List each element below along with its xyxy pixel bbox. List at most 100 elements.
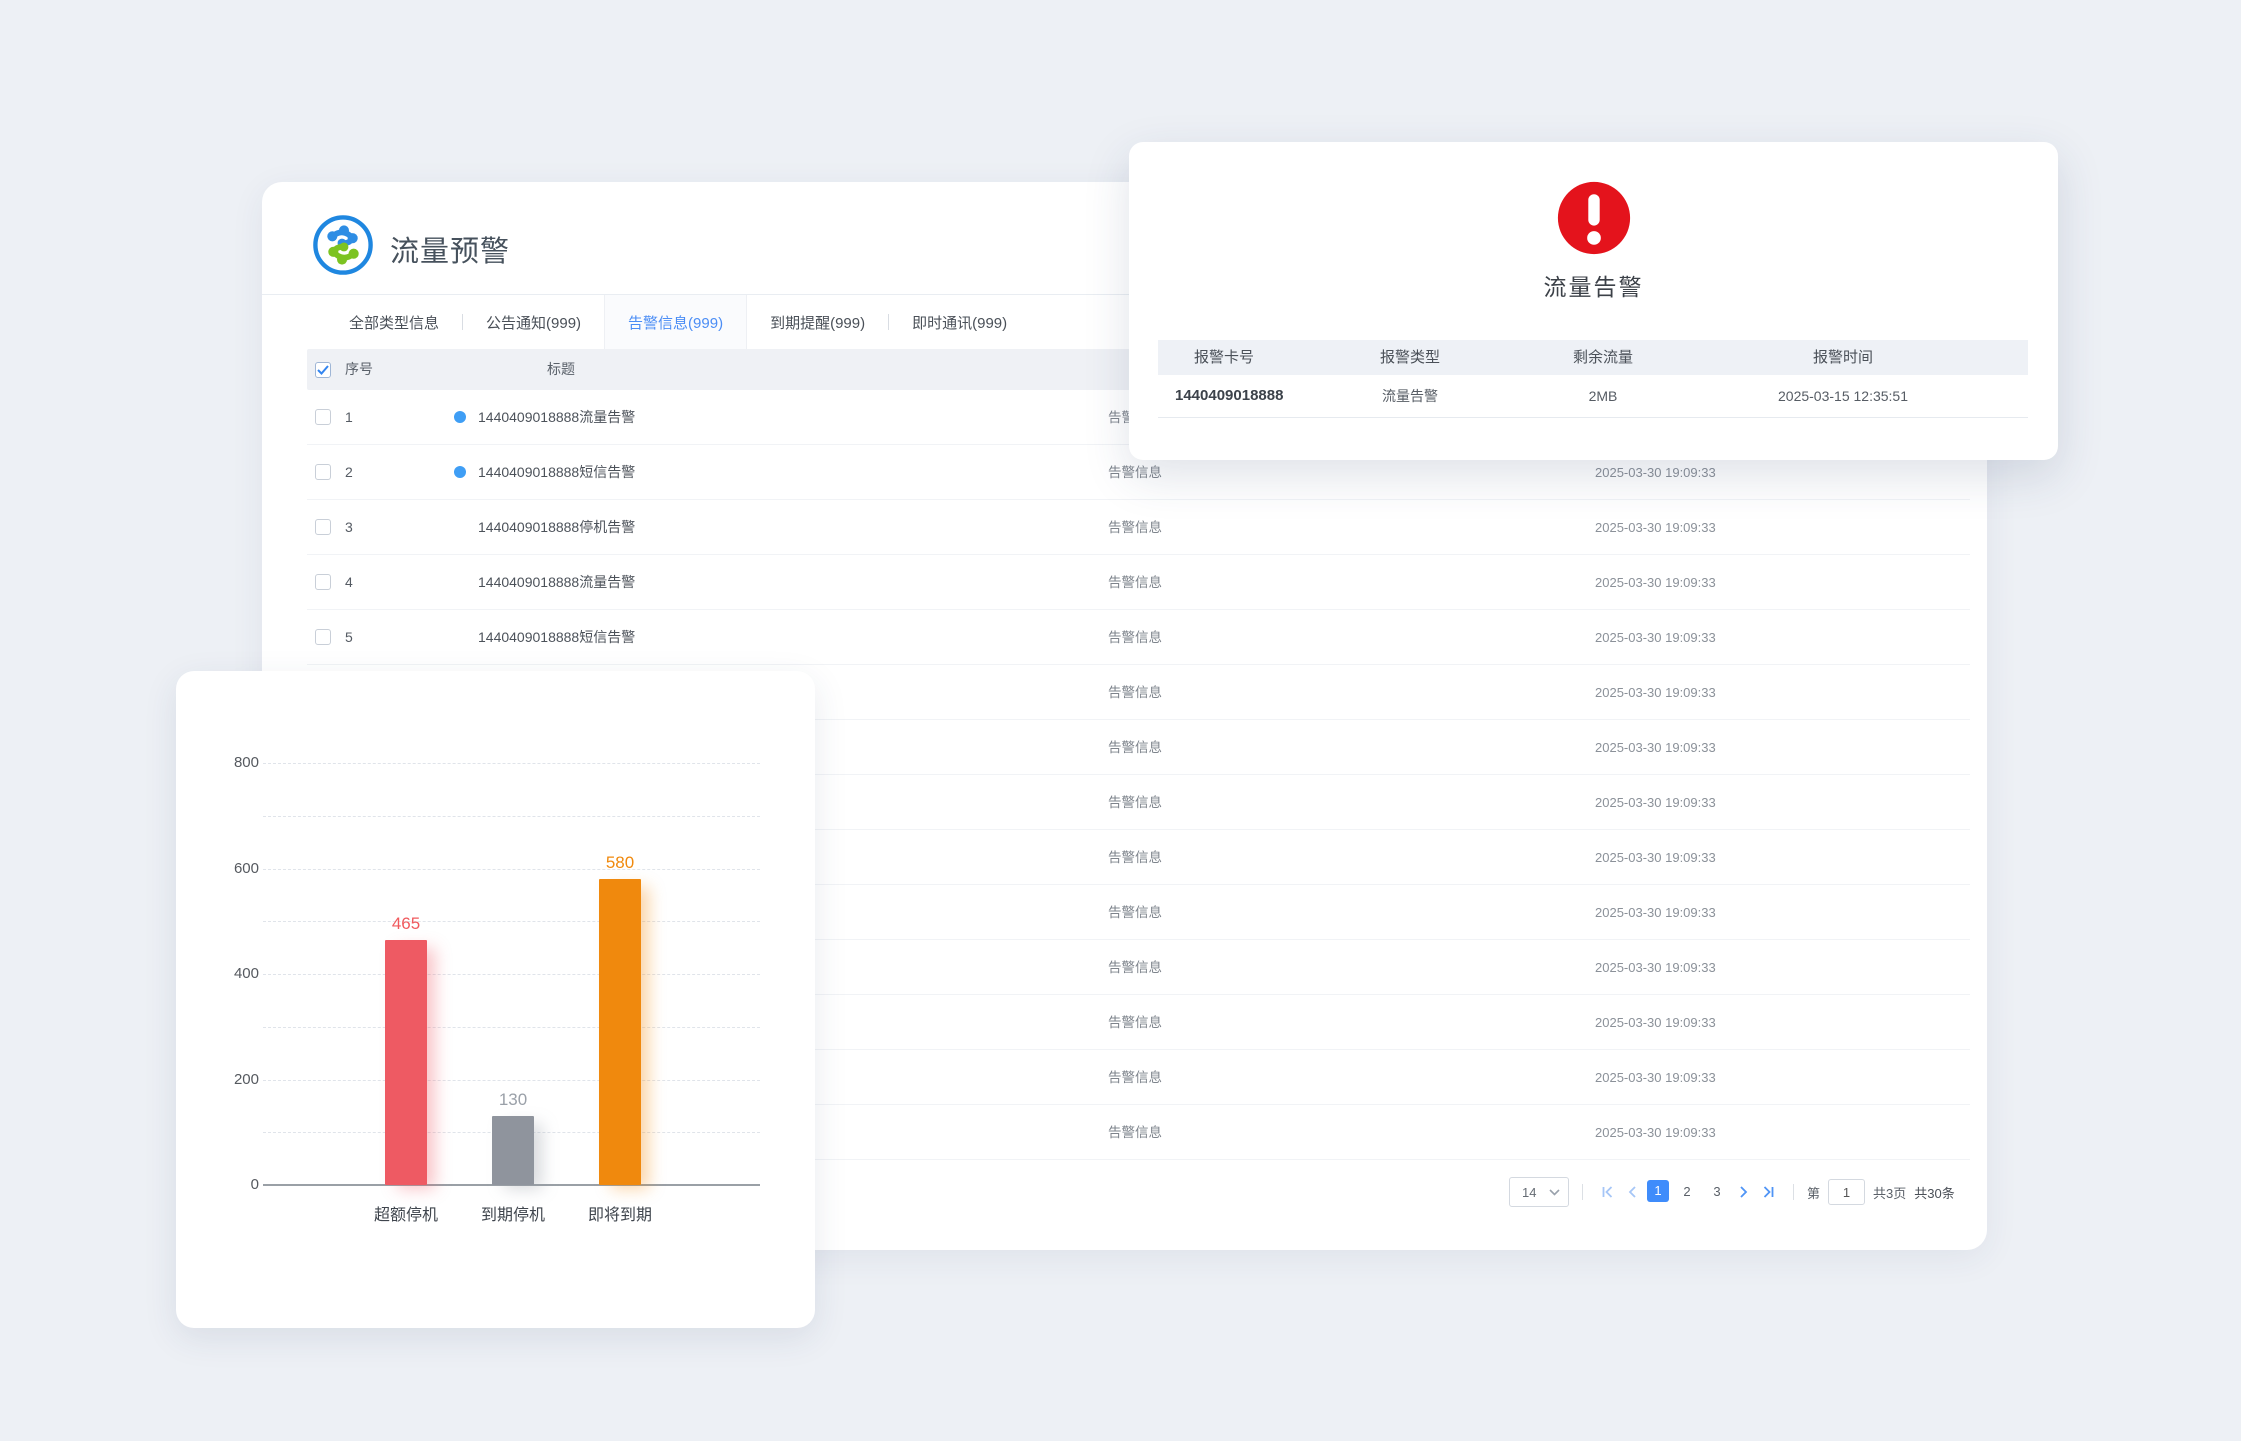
row-title[interactable]: 1440409018888停机告警	[478, 500, 635, 555]
page-size-value: 14	[1522, 1185, 1536, 1200]
popup-alert-time: 2025-03-15 12:35:51	[1743, 375, 1943, 417]
chevron-down-icon	[1549, 1189, 1560, 1196]
unread-dot-icon	[454, 411, 466, 423]
row-type: 告警信息	[1108, 995, 1162, 1050]
popup-col-alert-time: 报警时间	[1743, 340, 1943, 375]
popup-card-number: 1440409018888	[1175, 375, 1283, 417]
column-header-title: 标题	[547, 349, 575, 390]
row-checkbox[interactable]	[315, 409, 331, 425]
row-title[interactable]: 1440409018888短信告警	[478, 445, 635, 500]
bar-2	[599, 879, 641, 1185]
row-type: 告警信息	[1108, 1050, 1162, 1105]
column-header-index: 序号	[345, 349, 373, 390]
row-index: 2	[345, 445, 353, 500]
popup-col-card-number: 报警卡号	[1194, 340, 1254, 375]
popup-table-row: 1440409018888 流量告警 2MB 2025-03-15 12:35:…	[1158, 375, 2028, 418]
brand-logo-icon	[312, 214, 374, 276]
row-index: 3	[345, 500, 353, 555]
row-index: 4	[345, 555, 353, 610]
row-type: 告警信息	[1108, 665, 1162, 720]
row-time: 2025-03-30 19:09:33	[1595, 720, 1716, 775]
table-row[interactable]: 41440409018888流量告警告警信息2025-03-30 19:09:3…	[307, 555, 1970, 610]
row-type: 告警信息	[1108, 555, 1162, 610]
row-index: 1	[345, 390, 353, 445]
gridline	[263, 921, 760, 922]
row-title[interactable]: 1440409018888短信告警	[478, 610, 635, 665]
pagination-divider	[1793, 1184, 1794, 1200]
prev-page-button[interactable]	[1620, 1180, 1644, 1204]
row-checkbox[interactable]	[315, 629, 331, 645]
row-title[interactable]: 1440409018888流量告警	[478, 555, 635, 610]
row-time: 2025-03-30 19:09:33	[1595, 830, 1716, 885]
row-type: 告警信息	[1108, 830, 1162, 885]
x-category-label: 即将到期	[560, 1201, 680, 1225]
row-type: 告警信息	[1108, 500, 1162, 555]
bar-value-label: 130	[473, 1090, 553, 1110]
tab-1[interactable]: 公告通知(999)	[463, 295, 604, 349]
table-row[interactable]: 51440409018888短信告警告警信息2025-03-30 19:09:3…	[307, 610, 1970, 665]
row-checkbox[interactable]	[315, 519, 331, 535]
y-tick-label: 0	[181, 1176, 259, 1193]
pagination-divider	[1582, 1184, 1583, 1200]
page-number-1[interactable]: 1	[1647, 1180, 1669, 1202]
row-checkbox[interactable]	[315, 574, 331, 590]
row-type: 告警信息	[1108, 610, 1162, 665]
page-number-3[interactable]: 3	[1705, 1180, 1729, 1204]
x-category-label: 到期停机	[453, 1201, 573, 1225]
row-time: 2025-03-30 19:09:33	[1595, 610, 1716, 665]
tab-4[interactable]: 即时通讯(999)	[889, 295, 1030, 349]
y-tick-label: 400	[181, 965, 259, 982]
gridline	[263, 974, 760, 975]
jump-prefix-label: 第	[1807, 1183, 1820, 1202]
gridline	[263, 763, 760, 764]
bar-1	[492, 1116, 534, 1185]
row-type: 告警信息	[1108, 885, 1162, 940]
row-checkbox[interactable]	[315, 464, 331, 480]
popup-table-header: 报警卡号 报警类型 剩余流量 报警时间	[1158, 340, 2028, 375]
first-page-button[interactable]	[1596, 1180, 1620, 1204]
popup-remaining-data: 2MB	[1503, 375, 1703, 417]
popup-col-alert-type: 报警类型	[1310, 340, 1510, 375]
page-jump-input[interactable]: 1	[1828, 1179, 1865, 1205]
unread-dot-icon	[454, 466, 466, 478]
row-time: 2025-03-30 19:09:33	[1595, 885, 1716, 940]
row-time: 2025-03-30 19:09:33	[1595, 775, 1716, 830]
row-time: 2025-03-30 19:09:33	[1595, 1050, 1716, 1105]
gridline	[263, 816, 760, 817]
row-type: 告警信息	[1108, 775, 1162, 830]
page-number-list: 123	[1644, 1180, 1732, 1204]
bar-0	[385, 940, 427, 1185]
page-number-2[interactable]: 2	[1675, 1180, 1699, 1204]
x-category-label: 超额停机	[346, 1201, 466, 1225]
table-row[interactable]: 31440409018888停机告警告警信息2025-03-30 19:09:3…	[307, 500, 1970, 555]
traffic-alert-popup: 流量告警 报警卡号 报警类型 剩余流量 报警时间 1440409018888 流…	[1129, 142, 2058, 460]
popup-col-remaining-data: 剩余流量	[1503, 340, 1703, 375]
page-size-select[interactable]: 14	[1509, 1177, 1569, 1207]
row-time: 2025-03-30 19:09:33	[1595, 995, 1716, 1050]
row-type: 告警信息	[1108, 940, 1162, 995]
gridline	[263, 1027, 760, 1028]
popup-title: 流量告警	[1129, 268, 2058, 302]
row-time: 2025-03-30 19:09:33	[1595, 665, 1716, 720]
pagination: 14 123 第 1 共3页 共30条	[1509, 1172, 1955, 1212]
next-page-button[interactable]	[1732, 1180, 1756, 1204]
total-items-label: 共30条	[1914, 1183, 1954, 1202]
total-pages-label: 共3页	[1873, 1183, 1906, 1202]
tab-3[interactable]: 到期提醒(999)	[747, 295, 888, 349]
alert-exclamation-icon	[1556, 180, 1632, 256]
y-tick-label: 200	[181, 1071, 259, 1088]
gridline	[263, 1080, 760, 1081]
tab-0[interactable]: 全部类型信息	[326, 295, 462, 349]
select-all-checkbox[interactable]	[315, 362, 331, 378]
row-time: 2025-03-30 19:09:33	[1595, 940, 1716, 995]
row-type: 告警信息	[1108, 720, 1162, 775]
row-title[interactable]: 1440409018888流量告警	[478, 390, 635, 445]
row-type: 告警信息	[1108, 1105, 1162, 1160]
row-time: 2025-03-30 19:09:33	[1595, 1105, 1716, 1160]
bar-value-label: 580	[580, 853, 660, 873]
bar-value-label: 465	[366, 914, 446, 934]
statistics-chart-card: 465超额停机130到期停机580即将到期 0200400600800	[176, 671, 815, 1328]
page-title: 流量预警	[390, 228, 510, 270]
tab-2[interactable]: 告警信息(999)	[604, 295, 747, 349]
last-page-button[interactable]	[1756, 1180, 1780, 1204]
